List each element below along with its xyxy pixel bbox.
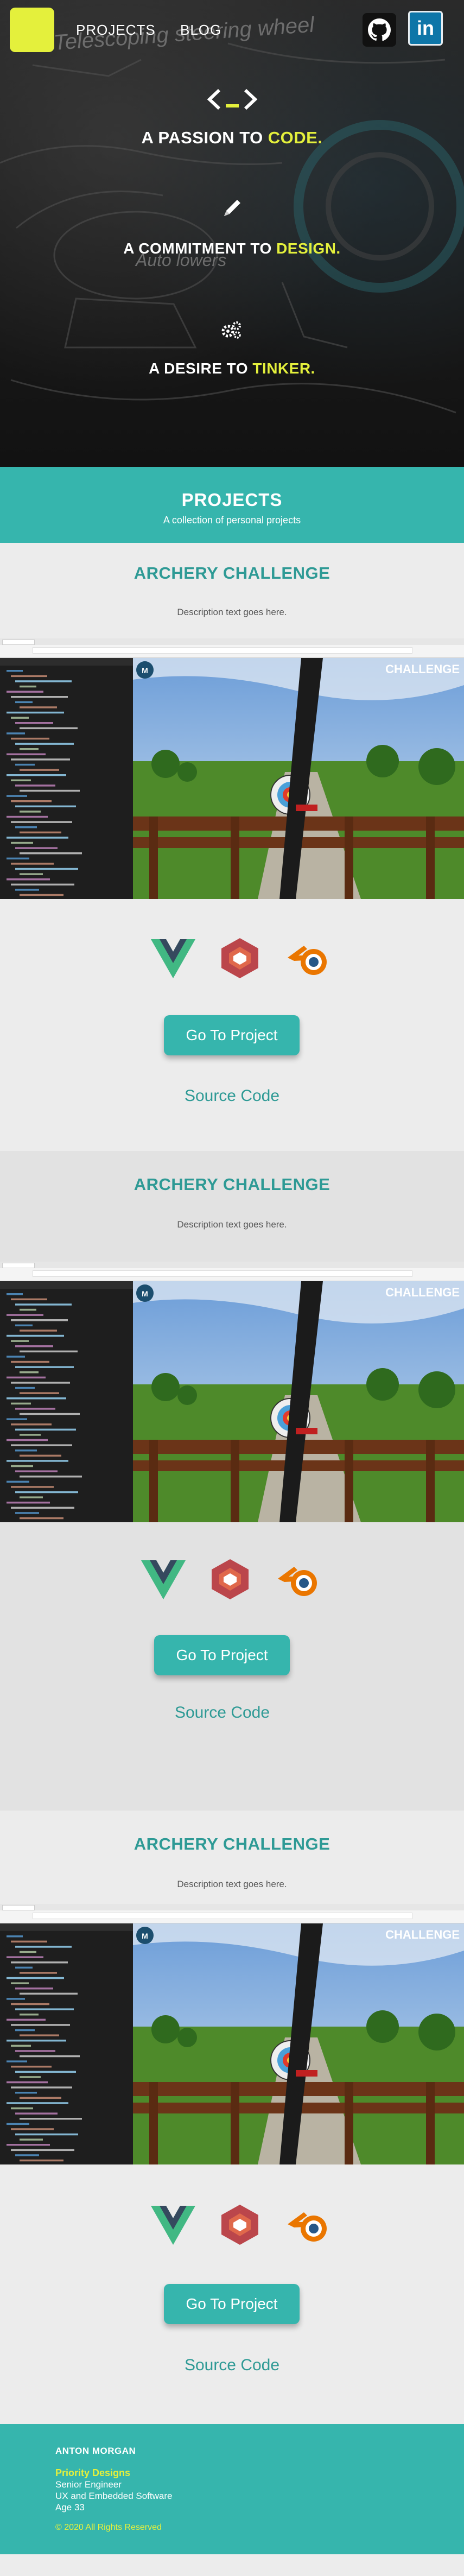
project-description: Description text goes here. [177,607,287,617]
babylonjs-icon [221,938,258,978]
project-title: ARCHERY CHALLENGE [134,564,330,583]
go-to-project-button[interactable]: Go To Project [164,2284,300,2324]
footer-name: ANTON MORGAN [55,2446,136,2456]
project-title: ARCHERY CHALLENGE [134,1834,330,1853]
project-card: ARCHERY CHALLENGE Description text goes … [0,543,464,1151]
source-code-link[interactable]: Source Code [0,1704,454,1722]
game-viewport: M CHALLENGE [133,658,464,899]
tech-badges [0,1558,464,1623]
browser-chrome [0,638,464,658]
browser-chrome [0,1904,464,1923]
babylonjs-icon [221,2205,258,2245]
svg-text:M: M [142,1289,148,1298]
hero-line-prefix: A PASSION TO [141,128,268,147]
source-code-link[interactable]: Source Code [0,2356,464,2375]
game-viewport: M CHALLENGE [133,1923,464,2164]
hero-line-highlight: TINKER. [252,360,315,377]
linkedin-icon[interactable]: in [408,11,443,46]
tech-badges [0,937,464,1002]
blender-icon [278,1567,317,1596]
svg-text:M: M [142,666,148,675]
vue-icon [141,1560,186,1599]
project-list: ARCHERY CHALLENGE Description text goes … [0,543,464,2424]
hero-line-design: A COMMITMENT TO DESIGN. [0,240,464,257]
hero-line-prefix: A COMMITMENT TO [123,240,277,257]
blender-icon [288,2212,327,2242]
top-nav: PROJECTS BLOG in [0,0,464,60]
gears-icon [221,321,241,339]
projects-header: PROJECTS A collection of personal projec… [0,467,464,543]
sketch-background: Telescoping steering wheel Auto lowers [0,12,464,414]
footer-company: Priority Designs [55,2467,131,2478]
site-logo[interactable] [10,8,54,52]
svg-text:M: M [142,1932,148,1940]
vue-icon [151,939,195,978]
code-editor-pane [0,1923,133,2164]
site-footer: ANTON MORGAN Priority Designs Senior Eng… [0,2424,464,2554]
go-to-project-button[interactable]: Go To Project [154,1635,290,1675]
projects-subtitle: A collection of personal projects [163,515,301,526]
browser-chrome [0,1262,464,1281]
project-screenshot: M CHALLENGE [0,1262,464,1522]
project-title: ARCHERY CHALLENGE [134,1175,330,1194]
nav-blog-link[interactable]: BLOG [180,22,221,39]
footer-copyright: © 2020 All Rights Reserved [55,2523,162,2532]
hero-line-prefix: A DESIRE TO [149,360,253,377]
projects-title: PROJECTS [181,490,283,510]
hero-section: Telescoping steering wheel Auto lowers P… [0,0,464,467]
footer-age: Age 33 [55,2502,85,2512]
project-card: ARCHERY CHALLENGE Description text goes … [0,1151,464,1811]
pencil-icon [224,200,240,216]
go-to-project-button[interactable]: Go To Project [164,1015,300,1055]
tech-badges [0,2204,464,2269]
hero-line-tinker: A DESIRE TO TINKER. [0,360,464,377]
source-code-link[interactable]: Source Code [0,1087,464,1105]
hero-line-code: A PASSION TO CODE. [0,128,464,148]
project-card: ARCHERY CHALLENGE Description text goes … [0,1811,464,2424]
vue-icon [151,2206,195,2245]
game-hud-label: CHALLENGE [385,662,460,676]
github-icon[interactable] [363,13,396,47]
nav-projects-link[interactable]: PROJECTS [76,22,156,39]
hero-line-highlight: DESIGN. [276,240,341,257]
project-screenshot: M CHALLENGE [0,1904,464,2164]
game-hud-label: CHALLENGE [385,1928,460,1941]
footer-field: UX and Embedded Software [55,2491,173,2501]
code-brackets-icon [207,88,258,110]
babylonjs-icon [212,1559,249,1599]
blender-icon [288,946,327,975]
code-editor-pane [0,1281,133,1522]
footer-role: Senior Engineer [55,2479,122,2490]
hero-line-highlight: CODE. [268,128,323,147]
project-description: Description text goes here. [177,1879,287,1889]
game-hud-label: CHALLENGE [385,1286,460,1299]
code-editor-pane [0,658,133,899]
game-viewport: M CHALLENGE [133,1281,464,1522]
project-screenshot: M CHALLENGE [0,638,464,899]
project-description: Description text goes here. [177,1219,287,1230]
